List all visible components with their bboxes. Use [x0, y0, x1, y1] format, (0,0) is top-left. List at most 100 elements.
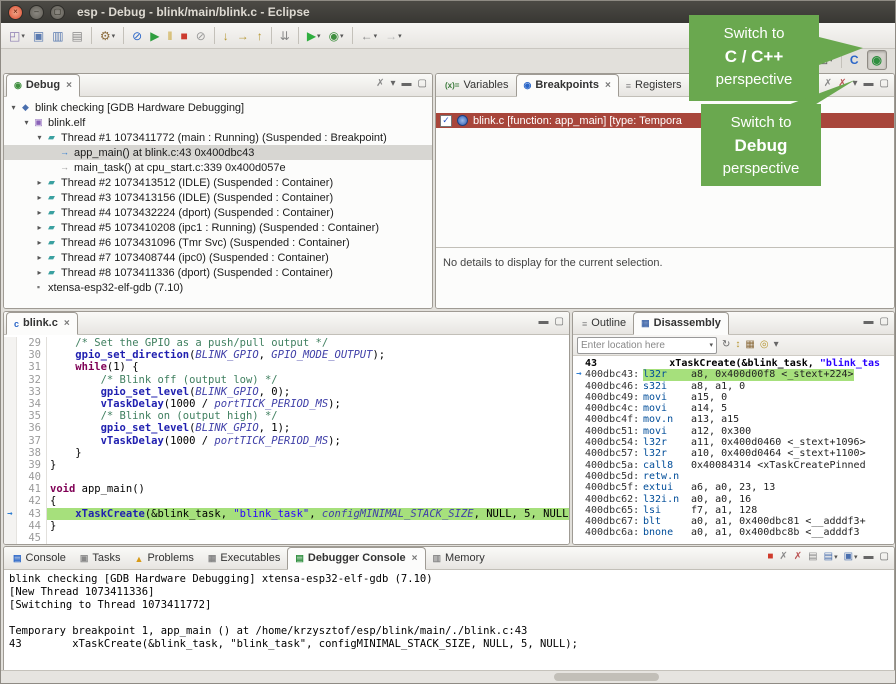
track-expression-icon[interactable]: ◎: [760, 340, 769, 350]
debug-tree-item[interactable]: ▾◆blink checking [GDB Hardware Debugging…: [4, 100, 432, 115]
close-button[interactable]: ×: [8, 5, 23, 20]
location-input[interactable]: Enter location here ▾: [577, 337, 717, 354]
breakpoint-checkbox[interactable]: ✓: [440, 115, 452, 127]
step-return-icon[interactable]: ↑: [254, 26, 266, 46]
tab-blink-c[interactable]: cblink.c×: [6, 312, 78, 335]
close-tab-icon[interactable]: ×: [66, 80, 72, 91]
breakpoint-item[interactable]: ✓ blink.c [function: app_main] [type: Te…: [436, 113, 894, 128]
build-icon[interactable]: ⚙▾: [97, 26, 118, 46]
tree-expander-icon[interactable]: ▾: [34, 133, 45, 142]
minimize-icon[interactable]: ▬: [539, 317, 549, 327]
maximize-button[interactable]: ▢: [50, 5, 65, 20]
tree-item-label: Thread #7 1073408744 (ipc0) (Suspended :…: [58, 252, 329, 264]
minimize-button[interactable]: –: [29, 5, 44, 20]
tab-registers[interactable]: ≡Registers: [619, 75, 689, 96]
tab-executables[interactable]: ▦Executables: [201, 548, 287, 569]
tree-expander-icon[interactable]: ▾: [8, 103, 19, 112]
tree-expander-icon[interactable]: ▾: [21, 118, 32, 127]
maximize-icon[interactable]: ▢: [880, 79, 889, 89]
disassembly-listing[interactable]: 43 xTaskCreate(&blink_task, "blink_tas→4…: [573, 356, 894, 544]
clear-console-icon[interactable]: ▤: [808, 552, 817, 562]
tab-outline[interactable]: ≡Outline: [575, 313, 633, 334]
step-into-icon[interactable]: ↓: [220, 26, 232, 46]
new-wizard-icon[interactable]: ◰▾: [6, 26, 28, 46]
tree-expander-icon[interactable]: ▸: [34, 253, 45, 262]
minimize-icon[interactable]: ▬: [864, 552, 874, 562]
minimize-icon[interactable]: ▬: [864, 79, 874, 89]
debug-tree-item[interactable]: ▸▰Thread #7 1073408744 (ipc0) (Suspended…: [4, 250, 432, 265]
tree-expander-icon[interactable]: ▸: [34, 223, 45, 232]
tab-debug[interactable]: ◉Debug×: [6, 74, 80, 97]
maximize-icon[interactable]: ▢: [880, 552, 889, 562]
tree-expander-icon[interactable]: ▸: [34, 208, 45, 217]
tree-expander-icon[interactable]: ▸: [34, 268, 45, 277]
resume-icon[interactable]: ▶: [147, 26, 162, 46]
console-line: blink checking [GDB Hardware Debugging] …: [9, 573, 889, 586]
debug-tree-item[interactable]: ▸▰Thread #2 1073413512 (IDLE) (Suspended…: [4, 175, 432, 190]
maximize-icon[interactable]: ▢: [880, 317, 889, 327]
drop-to-frame-icon[interactable]: ⇊: [277, 26, 293, 46]
refresh-icon[interactable]: ↻: [722, 340, 730, 350]
show-opcodes-icon[interactable]: ▦: [745, 340, 754, 350]
tab-disassembly[interactable]: ▦Disassembly: [633, 312, 729, 335]
tab-memory[interactable]: ▥Memory: [426, 548, 492, 569]
close-tab-icon[interactable]: ×: [64, 318, 70, 329]
remove-launch-icon[interactable]: ✗: [779, 552, 787, 562]
debug-tree-item[interactable]: ▸▰Thread #4 1073432224 (dport) (Suspende…: [4, 205, 432, 220]
debug-tree-item[interactable]: ▸▰Thread #5 1073410208 (ipc1 : Running) …: [4, 220, 432, 235]
skip-breakpoints-icon[interactable]: ⊘: [129, 26, 145, 46]
maximize-icon[interactable]: ▢: [555, 317, 564, 327]
minimize-icon[interactable]: ▬: [864, 317, 874, 327]
debug-tree-item[interactable]: ▪xtensa-esp32-elf-gdb (7.10): [4, 280, 432, 295]
tree-expander-icon[interactable]: ▸: [34, 193, 45, 202]
debug-tree-item[interactable]: →main_task() at cpu_start.c:339 0x400d05…: [4, 160, 432, 175]
debug-tree-item[interactable]: ▸▰Thread #3 1073413156 (IDLE) (Suspended…: [4, 190, 432, 205]
scrollbar-thumb[interactable]: [554, 673, 659, 681]
tab-variables[interactable]: (x)=Variables: [438, 75, 516, 96]
suspend-icon[interactable]: ‖: [164, 26, 175, 46]
code-text: /* Blink off (output low) */: [47, 374, 569, 386]
debug-tree-item[interactable]: ▾▰Thread #1 1073411772 (main : Running) …: [4, 130, 432, 145]
forward-icon[interactable]: →▾: [382, 26, 405, 46]
debug-tree-item[interactable]: ▸▰Thread #8 1073411336 (dport) (Suspende…: [4, 265, 432, 280]
terminate-icon[interactable]: ■: [767, 552, 773, 562]
debug-tree-item[interactable]: ▾▣blink.elf: [4, 115, 432, 130]
save-icon[interactable]: ▣: [30, 26, 47, 46]
debug-tree-item[interactable]: ▸▰Thread #6 1073431096 (Tmr Svc) (Suspen…: [4, 235, 432, 250]
save-all-icon[interactable]: ▥: [49, 26, 66, 46]
remove-all-terminated-icon[interactable]: ✗: [376, 79, 384, 89]
tree-expander-icon[interactable]: ▸: [34, 178, 45, 187]
display-console-icon[interactable]: ▤▾: [824, 552, 838, 562]
tab-breakpoints[interactable]: ◉Breakpoints×: [516, 74, 619, 97]
maximize-icon[interactable]: ▢: [418, 79, 427, 89]
tab-debugger-console[interactable]: ▤Debugger Console×: [287, 547, 425, 570]
debug-view: ◉Debug× ✗ ▾ ▬ ▢ ▾◆blink checking [GDB Hardw…: [3, 73, 433, 309]
console-output[interactable]: blink checking [GDB Hardware Debugging] …: [4, 570, 894, 673]
run-icon[interactable]: ▶▾: [304, 26, 324, 46]
close-tab-icon[interactable]: ×: [605, 80, 611, 91]
view-menu-icon[interactable]: ▾: [391, 79, 396, 89]
back-icon[interactable]: ←▾: [358, 26, 381, 46]
print-icon[interactable]: ▤: [69, 26, 86, 46]
code-editor[interactable]: 29 /* Set the GPIO as a push/pull output…: [4, 335, 569, 544]
remove-all-launches-icon[interactable]: ✗: [794, 552, 802, 562]
debug-icon[interactable]: ◉▾: [326, 26, 347, 46]
open-console-icon[interactable]: ▣▾: [844, 552, 858, 562]
tab-problems[interactable]: ▲Problems: [128, 548, 201, 569]
debug-tree-item[interactable]: →app_main() at blink.c:43 0x400dbc43: [4, 145, 432, 160]
horizontal-scrollbar[interactable]: [1, 670, 895, 683]
chevron-down-icon[interactable]: ▾: [709, 341, 713, 349]
tree-expander-icon[interactable]: ▸: [34, 238, 45, 247]
debug-perspective-button[interactable]: ◉: [867, 50, 887, 70]
view-menu-icon[interactable]: ▾: [774, 340, 779, 350]
minimize-icon[interactable]: ▬: [402, 79, 412, 89]
tab-tasks[interactable]: ▣Tasks: [73, 548, 128, 569]
close-tab-icon[interactable]: ×: [412, 553, 418, 564]
sync-with-stack-frame-icon[interactable]: ↕: [735, 340, 740, 350]
terminate-icon[interactable]: ■: [177, 26, 190, 46]
debug-tree: ▾◆blink checking [GDB Hardware Debugging…: [4, 97, 432, 308]
code-line: 40: [4, 471, 569, 483]
tab-console[interactable]: ▤Console: [6, 548, 73, 569]
step-over-icon[interactable]: →: [234, 26, 252, 46]
disconnect-icon[interactable]: ⊘: [193, 26, 209, 46]
